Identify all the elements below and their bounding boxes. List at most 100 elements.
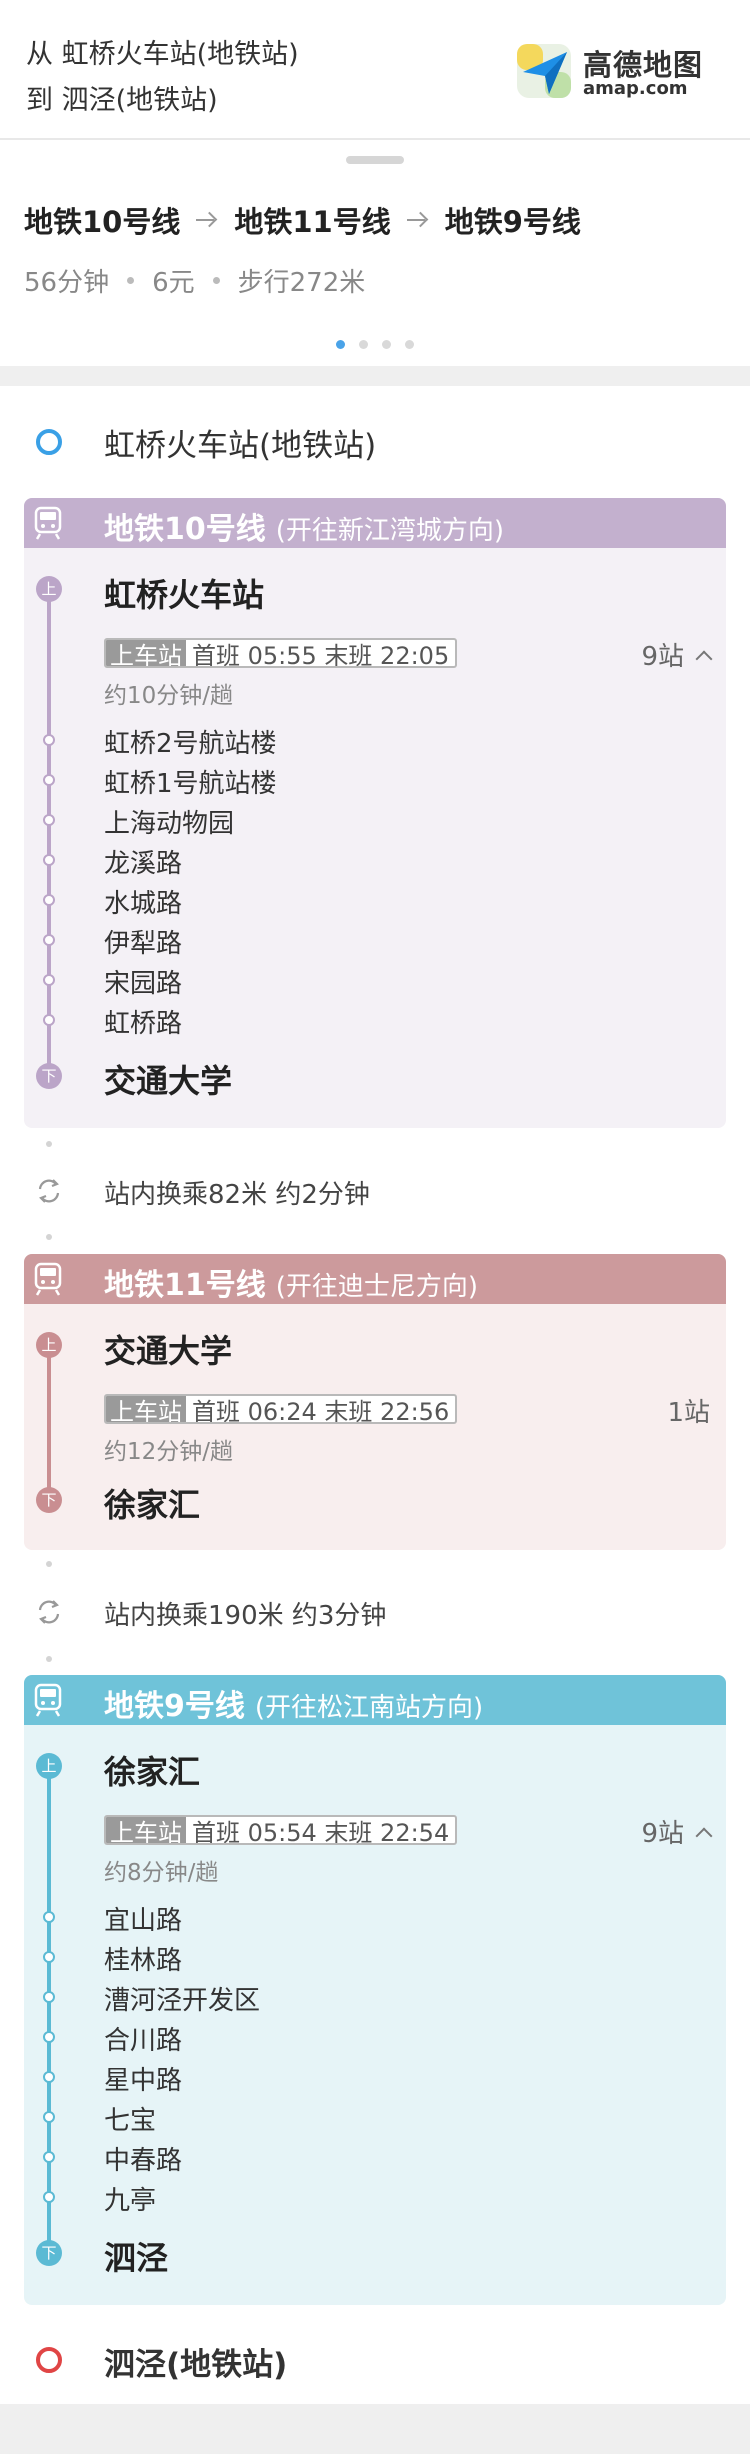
intermediate-stop: 中春路 <box>104 2146 183 2176</box>
stop-dot <box>43 854 55 866</box>
line-body: 上 虹桥火车站 上车站 首班 05:55 末班 22:05 9站 约10分钟/趟 … <box>24 548 726 1128</box>
stop-count: 1站 <box>667 1398 710 1428</box>
arrow-right-icon <box>196 210 218 230</box>
schedule-tag: 上车站 首班 05:54 末班 22:54 <box>104 1815 458 1845</box>
line-header: 地铁9号线 (开往松江南站方向) <box>24 1675 726 1725</box>
destination-ring-icon <box>36 2347 62 2373</box>
stop-dot <box>43 2191 55 2203</box>
line-card-11[interactable]: 地铁11号线 (开往迪士尼方向) 上 交通大学 上车站 首班 06:24 末班 22… <box>24 1254 726 1550</box>
intermediate-stop: 漕河泾开发区 <box>104 1986 261 2016</box>
line-name: 地铁9号线 <box>104 1689 245 1724</box>
walk-text: 步行272米 <box>237 268 366 298</box>
amap-logo[interactable]: 高德地图 amap.com <box>515 40 705 106</box>
intermediate-stop: 合川路 <box>104 2026 183 2056</box>
frequency-text: 约12分钟/趟 <box>104 1439 234 1465</box>
stop-dot <box>43 774 55 786</box>
walk-dot <box>46 1561 52 1567</box>
walk-dot <box>46 1656 52 1662</box>
route-line <box>47 1767 51 2253</box>
stop-dot <box>43 1951 55 1963</box>
line-name: 地铁10号线 <box>104 512 266 547</box>
frequency-text: 约8分钟/趟 <box>104 1860 219 1886</box>
route-segment: 地铁10号线 <box>24 205 181 239</box>
alight-station: 泗泾 <box>104 2239 169 2277</box>
line-direction: (开往松江南站方向) <box>254 1693 484 1723</box>
stop-count-toggle[interactable]: 1站 <box>667 1392 710 1429</box>
stop-dot <box>43 2071 55 2083</box>
origin-station: 虹桥火车站(地铁站) <box>104 428 377 464</box>
intermediate-stop: 虹桥1号航站楼 <box>104 769 277 799</box>
drag-handle[interactable] <box>346 156 404 164</box>
board-badge: 上 <box>36 1753 62 1779</box>
walk-dot <box>46 1141 52 1147</box>
line-direction: (开往迪士尼方向) <box>275 1272 479 1302</box>
route-meta: 56分钟 6元 步行272米 <box>24 262 365 299</box>
route-line <box>47 1346 51 1500</box>
duration-text: 56分钟 <box>24 268 110 298</box>
page-dot[interactable] <box>405 340 414 349</box>
from-text: 从 虹桥火车站(地铁站) <box>26 39 299 70</box>
line-body: 上 徐家汇 上车站 首班 05:54 末班 22:54 9站 约8分钟/趟 宜山路… <box>24 1725 726 2305</box>
first-last-train: 首班 05:55 末班 22:05 <box>192 641 450 668</box>
stop-dot <box>43 894 55 906</box>
walk-dot <box>46 1234 52 1240</box>
route-summary[interactable]: 地铁10号线 地铁11号线 地铁9号线 <box>24 200 581 240</box>
intermediate-stop: 桂林路 <box>104 1946 183 1976</box>
alight-station: 徐家汇 <box>104 1486 201 1524</box>
stop-count: 9站 <box>641 1819 684 1849</box>
schedule-tag: 上车站 首班 05:55 末班 22:05 <box>104 638 458 668</box>
stop-dot <box>43 934 55 946</box>
bottom-divider <box>0 2404 750 2454</box>
page-dot[interactable] <box>382 340 391 349</box>
chevron-up-icon <box>695 1827 713 1844</box>
intermediate-stop: 七宝 <box>104 2106 157 2136</box>
transfer-text: 站内换乘82米 约2分钟 <box>104 1180 370 1210</box>
line-card-10[interactable]: 地铁10号线 (开往新江湾城方向) 上 虹桥火车站 上车站 首班 05:55 末班 … <box>24 498 726 1128</box>
intermediate-stop: 九亭 <box>104 2186 157 2216</box>
subway-icon <box>34 506 62 540</box>
line-card-9[interactable]: 地铁9号线 (开往松江南站方向) 上 徐家汇 上车站 首班 05:54 末班 22:… <box>24 1675 726 2305</box>
intermediate-stop: 水城路 <box>104 889 183 919</box>
stop-dot <box>43 1014 55 1026</box>
intermediate-stop: 星中路 <box>104 2066 183 2096</box>
separator-dot <box>212 277 220 284</box>
route-line <box>47 590 51 1076</box>
schedule-tag: 上车站 首班 06:24 末班 22:56 <box>104 1394 458 1424</box>
board-badge: 上 <box>36 576 62 602</box>
transfer-icon <box>38 1179 60 1203</box>
line-body: 上 交通大学 上车站 首班 06:24 末班 22:56 1站 约12分钟/趟 下… <box>24 1304 726 1550</box>
board-station: 虹桥火车站 <box>104 576 265 614</box>
route-segment: 地铁11号线 <box>234 205 391 239</box>
board-station: 交通大学 <box>104 1332 233 1370</box>
transfer-text: 站内换乘190米 约3分钟 <box>104 1601 387 1631</box>
logo-en-text: amap.com <box>583 78 688 99</box>
intermediate-stop: 龙溪路 <box>104 849 183 879</box>
line-name: 地铁11号线 <box>104 1268 266 1303</box>
page-dot-active[interactable] <box>336 340 345 349</box>
share-header: 从 虹桥火车站(地铁站) 到 泗泾(地铁站) 高德地图 amap.com <box>0 0 750 140</box>
alight-badge: 下 <box>36 1063 62 1089</box>
intermediate-stop: 宜山路 <box>104 1906 183 1936</box>
alight-badge: 下 <box>36 1487 62 1513</box>
frequency-text: 约10分钟/趟 <box>104 683 234 709</box>
stop-dot <box>43 2151 55 2163</box>
page-dot[interactable] <box>359 340 368 349</box>
line-header: 地铁10号线 (开往新江湾城方向) <box>24 498 726 548</box>
tag-label: 上车站 <box>106 640 186 666</box>
board-station: 徐家汇 <box>104 1753 201 1791</box>
page-indicator[interactable] <box>336 340 414 349</box>
alight-station: 交通大学 <box>104 1062 233 1100</box>
stop-dot <box>43 734 55 746</box>
stop-dot <box>43 814 55 826</box>
board-badge: 上 <box>36 1332 62 1358</box>
intermediate-stop: 虹桥路 <box>104 1009 183 1039</box>
subway-icon <box>34 1262 62 1296</box>
stop-dot <box>43 2111 55 2123</box>
section-divider <box>0 366 750 386</box>
tag-label: 上车站 <box>106 1396 186 1422</box>
stop-count-toggle[interactable]: 9站 <box>641 1813 713 1850</box>
tag-label: 上车站 <box>106 1817 186 1843</box>
stop-dot <box>43 1911 55 1923</box>
stop-count-toggle[interactable]: 9站 <box>641 636 713 673</box>
first-last-train: 首班 05:54 末班 22:54 <box>192 1818 450 1845</box>
